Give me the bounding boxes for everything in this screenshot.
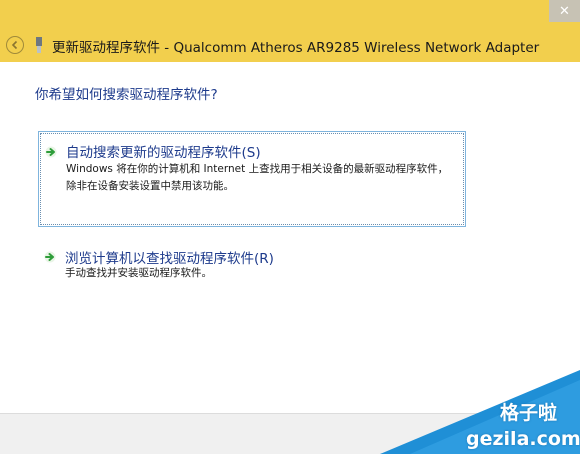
- option-description: 手动查找并安装驱动程序软件。: [65, 267, 212, 279]
- auto-search-option[interactable]: 自动搜索更新的驱动程序软件(S) Windows 将在你的计算机和 Intern…: [38, 131, 466, 227]
- close-button[interactable]: ✕: [549, 0, 580, 22]
- option-title: 浏览计算机以查找驱动程序软件(R): [65, 251, 274, 267]
- close-icon: ✕: [559, 3, 570, 19]
- page-question: 你希望如何搜索驱动程序软件?: [35, 87, 218, 103]
- green-arrow-icon: [44, 251, 56, 263]
- option-description: Windows 将在你的计算机和 Internet 上查找用于相关设备的最新驱动…: [66, 163, 449, 192]
- green-arrow-icon: [45, 146, 57, 158]
- back-button[interactable]: [6, 36, 24, 54]
- window-title: 更新驱动程序软件 - Qualcomm Atheros AR9285 Wirel…: [52, 40, 540, 56]
- watermark-name: 格子啦: [500, 402, 558, 424]
- option-title: 自动搜索更新的驱动程序软件(S): [66, 145, 261, 161]
- device-icon: [36, 37, 42, 53]
- browse-computer-option[interactable]: 浏览计算机以查找驱动程序软件(R) 手动查找并安装驱动程序软件。: [38, 241, 466, 291]
- watermark-url: gezila.com: [466, 428, 580, 450]
- back-arrow-icon: [11, 40, 18, 50]
